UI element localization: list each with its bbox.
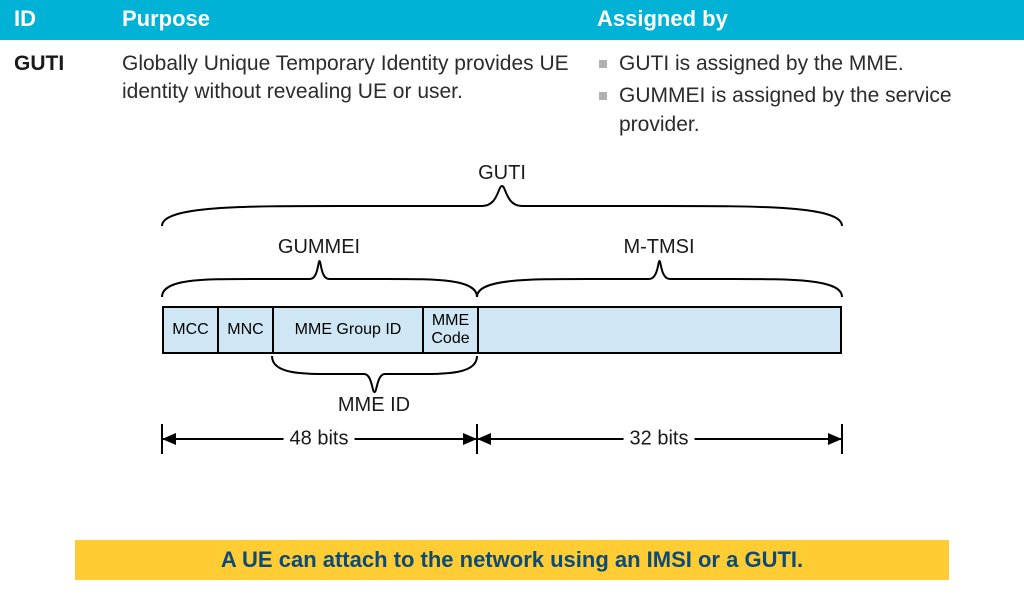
cell-id: GUTI xyxy=(0,40,108,149)
assigned-item-1: GUMMEI is assigned by the service provid… xyxy=(597,82,1010,139)
assigned-item-0: GUTI is assigned by the MME. xyxy=(597,50,1010,78)
header-id: ID xyxy=(0,0,108,40)
field-strip: MCC MNC MME Group ID MMECode xyxy=(162,306,842,354)
brace-mtmsi xyxy=(477,261,842,297)
header-assigned: Assigned by xyxy=(583,0,1024,40)
field-mme-code: MMECode xyxy=(424,308,479,352)
brace-guti xyxy=(162,186,842,226)
brace-gummei-label: GUMMEI xyxy=(278,236,360,259)
dimension-right-label: 32 bits xyxy=(624,428,695,451)
brace-mtmsi-label: M-TMSI xyxy=(623,236,694,259)
highlight-banner: A UE can attach to the network using an … xyxy=(75,540,949,580)
field-mtmsi xyxy=(479,308,840,352)
field-mnc: MNC xyxy=(219,308,274,352)
header-purpose: Purpose xyxy=(108,0,583,40)
guti-diagram: GUTI GUMMEI M-TMSI MCC MNC MME Group ID … xyxy=(162,166,862,506)
field-mcc: MCC xyxy=(164,308,219,352)
table-row: GUTI Globally Unique Temporary Identity … xyxy=(0,40,1024,149)
table-header: ID Purpose Assigned by xyxy=(0,0,1024,40)
brace-mmeid xyxy=(272,356,477,392)
brace-mmeid-label: MME ID xyxy=(338,394,410,417)
brace-gummei xyxy=(162,261,477,297)
cell-assigned: GUTI is assigned by the MME. GUMMEI is a… xyxy=(583,40,1024,149)
field-mme-group-id: MME Group ID xyxy=(274,308,424,352)
cell-purpose: Globally Unique Temporary Identity provi… xyxy=(108,40,583,149)
brace-guti-label: GUTI xyxy=(478,162,526,185)
dimension-left-label: 48 bits xyxy=(284,428,355,451)
